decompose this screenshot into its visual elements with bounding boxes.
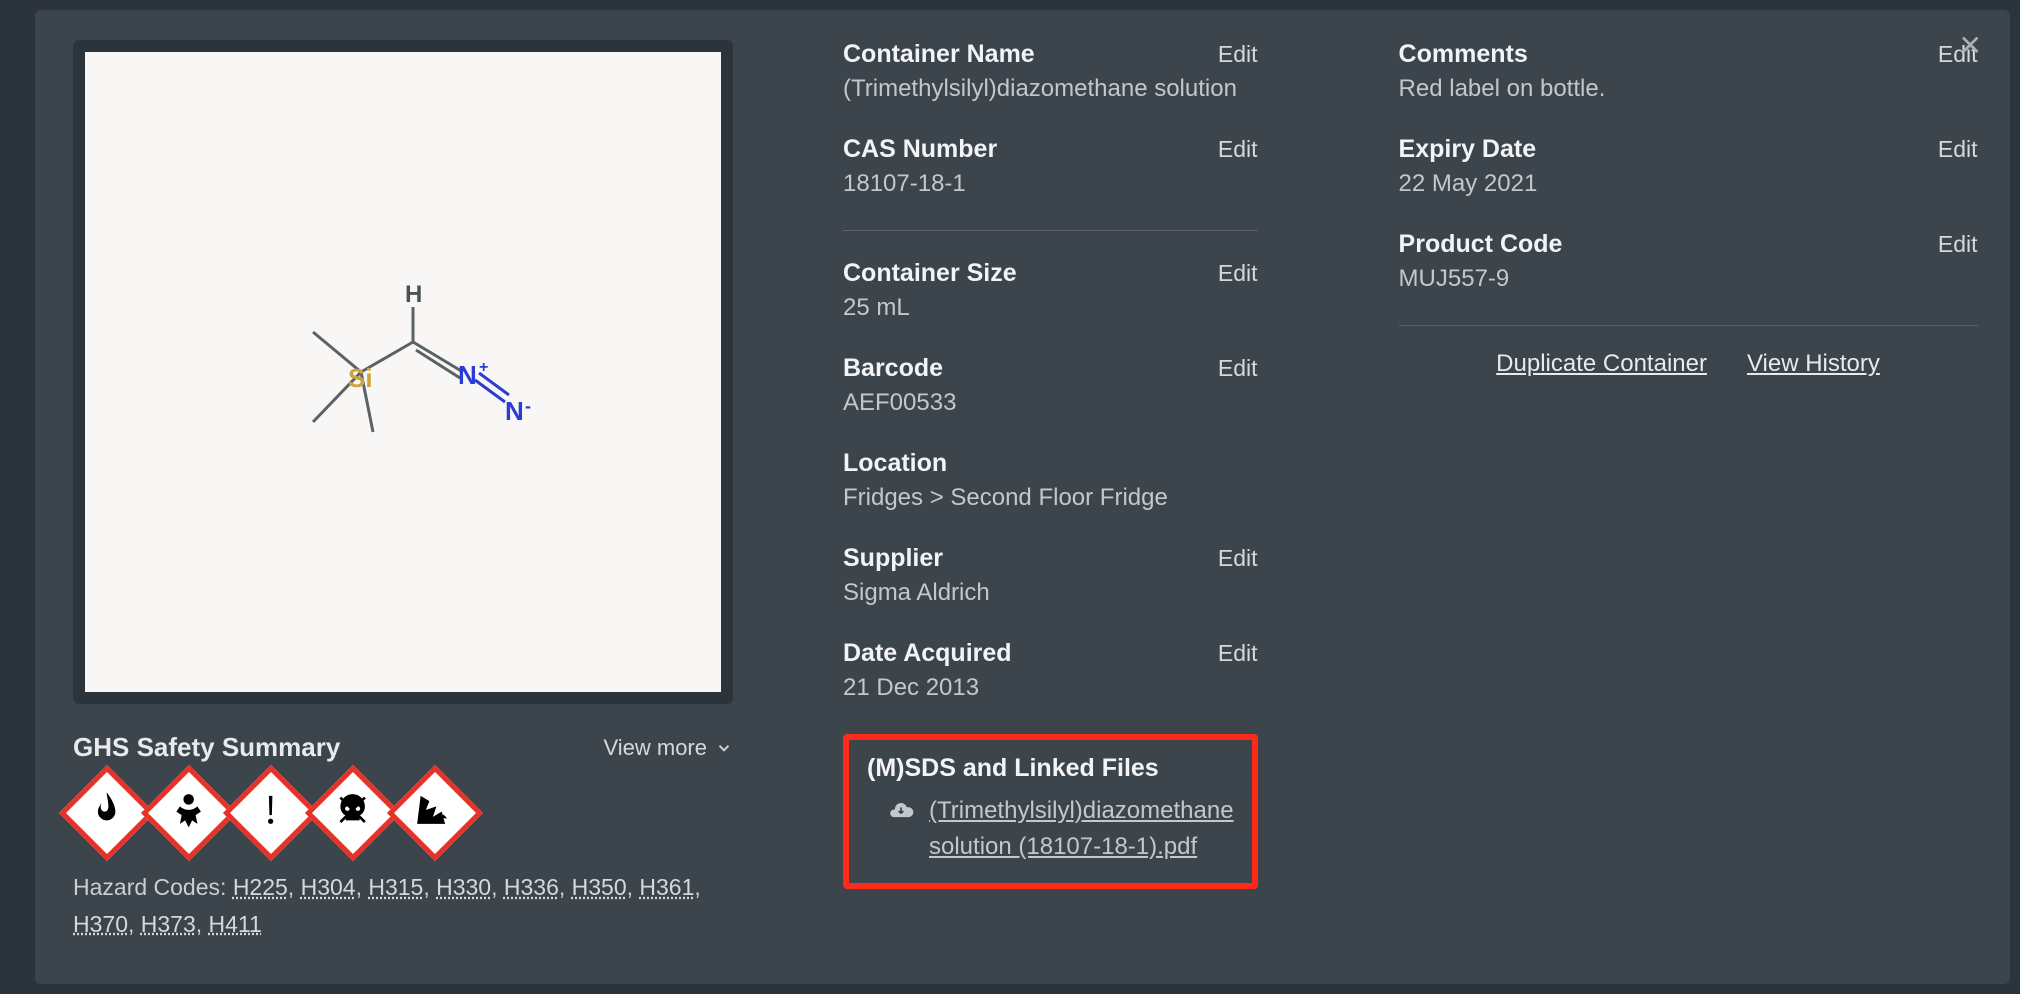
edit-acquired-button[interactable]: Edit — [1218, 640, 1258, 667]
supplier-label: Supplier — [843, 544, 943, 573]
edit-expiry-button[interactable]: Edit — [1938, 136, 1978, 163]
svg-text:+: + — [479, 359, 488, 376]
svg-text:H: H — [405, 281, 422, 308]
hazard-code-link[interactable]: H370 — [73, 911, 128, 937]
svg-text:-: - — [525, 396, 531, 416]
container-name-value: (Trimethylsilyl)diazomethane solution — [843, 75, 1258, 103]
hazard-code-link[interactable]: H350 — [572, 874, 627, 900]
hazard-code-link[interactable]: H315 — [368, 874, 423, 900]
edit-cas-button[interactable]: Edit — [1218, 136, 1258, 163]
hazard-codes-label: Hazard Codes: — [73, 874, 233, 900]
hazard-codes: Hazard Codes: H225, H304, H315, H330, H3… — [73, 869, 733, 943]
msds-highlight-box: (M)SDS and Linked Files (Trimethylsilyl)… — [843, 734, 1258, 889]
barcode-label: Barcode — [843, 354, 943, 383]
hazard-code-link[interactable]: H411 — [209, 911, 262, 937]
close-icon[interactable]: ✕ — [1959, 32, 1982, 60]
acquired-value: 21 Dec 2013 — [843, 674, 1258, 702]
edit-container-name-button[interactable]: Edit — [1218, 41, 1258, 68]
left-column: Si H N + N - GHS Safety Summary View mor… — [73, 40, 733, 954]
view-history-link[interactable]: View History — [1747, 350, 1880, 378]
acquired-label: Date Acquired — [843, 639, 1012, 668]
svg-text:N: N — [458, 360, 477, 390]
edit-product-code-button[interactable]: Edit — [1938, 231, 1978, 258]
container-detail-modal: ✕ — [35, 10, 2010, 984]
hazard-code-link[interactable]: H330 — [436, 874, 491, 900]
structure-image: Si H N + N - — [85, 52, 721, 692]
svg-text:Si: Si — [348, 363, 373, 393]
location-label: Location — [843, 449, 947, 478]
hazard-code-link[interactable]: H361 — [639, 874, 694, 900]
container-name-label: Container Name — [843, 40, 1035, 69]
section-divider — [843, 230, 1258, 231]
msds-file-link[interactable]: (Trimethylsilyl)diazomethane solution (1… — [929, 793, 1234, 865]
ghs-environment-icon — [387, 765, 483, 861]
svg-text:N: N — [505, 396, 524, 426]
right-divider — [1399, 325, 1978, 326]
edit-size-button[interactable]: Edit — [1218, 260, 1258, 287]
cas-value: 18107-18-1 — [843, 170, 1258, 198]
msds-title: (M)SDS and Linked Files — [867, 754, 1234, 783]
location-value: Fridges > Second Floor Fridge — [843, 484, 1258, 512]
duplicate-container-link[interactable]: Duplicate Container — [1496, 350, 1707, 378]
product-code-value: MUJ557-9 — [1399, 265, 1978, 293]
chevron-down-icon — [715, 739, 733, 757]
hazard-code-link[interactable]: H225 — [233, 874, 288, 900]
hazard-code-link[interactable]: H304 — [301, 874, 356, 900]
product-code-label: Product Code — [1399, 230, 1563, 259]
barcode-value: AEF00533 — [843, 389, 1258, 417]
right-column: Comments Edit Red label on bottle. Expir… — [1368, 40, 1978, 954]
view-more-label: View more — [603, 735, 707, 761]
size-value: 25 mL — [843, 294, 1258, 322]
edit-barcode-button[interactable]: Edit — [1218, 355, 1258, 382]
size-label: Container Size — [843, 259, 1017, 288]
cas-label: CAS Number — [843, 135, 997, 164]
comments-label: Comments — [1399, 40, 1528, 69]
hazard-code-link[interactable]: H373 — [141, 911, 196, 937]
cloud-download-icon — [887, 797, 915, 832]
ghs-pictograms — [73, 779, 733, 847]
ghs-summary-title: GHS Safety Summary — [73, 732, 340, 763]
structure-image-frame: Si H N + N - — [73, 40, 733, 704]
edit-supplier-button[interactable]: Edit — [1218, 545, 1258, 572]
view-more-button[interactable]: View more — [603, 735, 733, 761]
supplier-value: Sigma Aldrich — [843, 579, 1258, 607]
expiry-label: Expiry Date — [1399, 135, 1537, 164]
hazard-code-link[interactable]: H336 — [504, 874, 559, 900]
middle-column: Container Name Edit (Trimethylsilyl)diaz… — [833, 40, 1268, 954]
comments-value: Red label on bottle. — [1399, 75, 1978, 103]
expiry-value: 22 May 2021 — [1399, 170, 1978, 198]
